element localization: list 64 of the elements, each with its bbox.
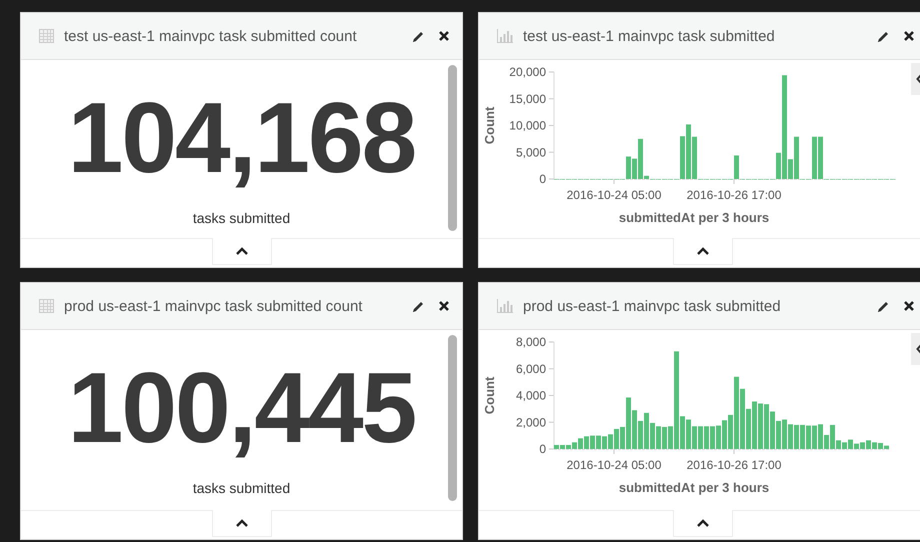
x-axis-label: 2016-10-24 05:00 [566,458,662,472]
panel-title: test us-east-1 mainvpc task submitted [523,28,776,44]
x-axis-label: 2016-10-26 17:00 [686,188,782,202]
y-axis-label: 10,000 [509,118,546,132]
panel-title: prod us-east-1 mainvpc task submitted count [64,298,364,314]
y-axis-label: 6,000 [516,362,546,376]
close-icon [438,300,450,312]
y-axis-label: 0 [539,442,546,456]
metric-value: 100,445 [68,358,416,458]
y-axis-label: 2,000 [516,415,546,430]
panel-title: prod us-east-1 mainvpc task submitted [523,298,782,314]
panel-title: test us-east-1 mainvpc task submitted count [64,28,358,44]
metric-label: tasks submitted [192,480,290,496]
y-axis-label: 8,000 [516,335,546,349]
close-button[interactable] [438,300,450,312]
y-axis-tick [548,368,554,370]
x-axis-label: 2016-10-24 05:00 [566,188,662,202]
collapse-button[interactable] [212,510,272,537]
y-axis-title: Count [482,106,497,144]
pencil-icon [411,30,424,42]
close-icon [903,30,915,42]
y-axis-label: 4,000 [516,388,546,402]
x-axis-title: submittedAt per 3 hours [618,210,770,225]
edit-button[interactable] [876,300,889,312]
y-axis-tick [548,422,554,423]
close-button[interactable] [903,300,915,312]
chevron-up-icon [236,246,248,256]
edit-button[interactable] [876,30,889,42]
bar-chart-icon [497,29,513,43]
chevron-up-icon [697,518,709,528]
metric-label: tasks submitted [192,210,290,226]
close-button[interactable] [438,30,450,42]
y-axis-title: Count [482,376,497,414]
y-axis-tick [548,448,554,450]
pencil-icon [411,300,424,312]
y-axis-label: 15,000 [509,92,546,106]
y-axis-label: 0 [539,172,546,186]
y-axis-label: 20,000 [509,65,546,79]
collapse-button[interactable] [673,510,733,537]
y-axis-tick [548,395,554,396]
y-axis-tick [548,152,554,153]
bar-chart-icon [497,299,513,313]
close-button[interactable] [903,30,915,42]
scrollbar[interactable] [448,335,457,501]
collapse-button[interactable] [673,238,733,265]
collapse-button[interactable] [212,238,272,265]
scrollbar[interactable] [448,65,457,231]
pencil-icon [876,30,889,42]
pencil-icon [876,300,889,312]
x-axis-label: 2016-10-26 17:00 [686,458,782,472]
table-icon [39,299,54,313]
metric-value: 104,168 [68,88,416,188]
x-axis-title: submittedAt per 3 hours [618,480,770,495]
table-icon [39,29,54,43]
close-icon [438,30,450,42]
y-axis-tick [548,98,554,100]
edit-button[interactable] [411,300,424,312]
close-icon [903,300,915,312]
y-axis-label: 5,000 [516,145,546,160]
edit-button[interactable] [411,30,424,42]
y-axis-tick [548,125,554,126]
chevron-up-icon [697,246,709,256]
y-axis-tick [548,178,554,180]
chevron-up-icon [236,518,248,528]
